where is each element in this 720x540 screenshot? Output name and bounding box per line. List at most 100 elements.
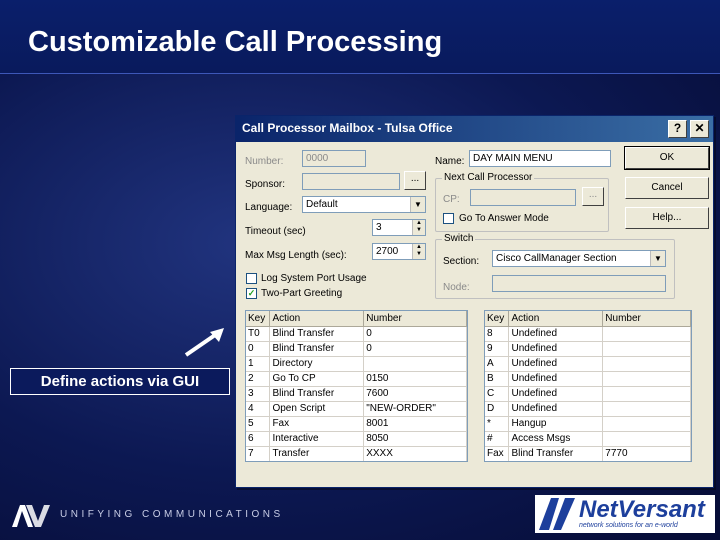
key-cell[interactable]: 3 (246, 386, 271, 402)
table-row[interactable]: 4 Open Script "NEW-ORDER" (246, 401, 467, 417)
number-cell[interactable]: 7770 (602, 446, 691, 461)
action-cell[interactable]: Blind Transfer (508, 446, 604, 461)
key-cell[interactable]: 7 (246, 446, 271, 461)
number-cell[interactable] (602, 386, 691, 402)
right-key-table[interactable]: Key Action Number 8 Undefined 9 Undefined A U… (484, 310, 692, 462)
action-cell[interactable]: Go To CP (269, 371, 365, 387)
col-key[interactable]: Key (246, 311, 271, 327)
action-cell[interactable]: Transfer (269, 446, 365, 461)
key-cell[interactable]: T0 (246, 326, 271, 342)
table-row[interactable]: T0 Blind Transfer 0 (246, 326, 467, 342)
action-cell[interactable]: Hangup (508, 416, 604, 432)
key-cell[interactable]: B (485, 371, 510, 387)
table-row[interactable]: B Undefined (485, 371, 691, 387)
number-cell[interactable] (602, 371, 691, 387)
key-cell[interactable]: A (485, 356, 510, 372)
number-cell[interactable]: 0150 (363, 371, 467, 387)
action-cell[interactable]: Open Script (269, 401, 365, 417)
spinner-arrows-icon[interactable]: ▲ ▼ (412, 220, 425, 235)
table-row[interactable]: 2 Go To CP 0150 (246, 371, 467, 387)
ok-button[interactable]: OK (624, 146, 710, 170)
chevron-down-icon[interactable]: ▼ (650, 251, 665, 266)
max-msg-spinner[interactable]: 2700 ▲ ▼ (372, 243, 426, 260)
number-cell[interactable]: 8050 (363, 431, 467, 447)
table-row[interactable]: 5 Fax 8001 (246, 416, 467, 432)
section-select[interactable]: Cisco CallManager Section ▼ (492, 250, 666, 267)
language-select[interactable]: Default ▼ (302, 196, 426, 213)
table-row[interactable]: A Undefined (485, 356, 691, 372)
node-field[interactable] (492, 275, 666, 292)
action-cell[interactable]: Undefined (508, 356, 604, 372)
table-row[interactable]: C Undefined (485, 386, 691, 402)
key-cell[interactable]: 0 (246, 341, 271, 357)
number-cell[interactable]: XXXX (363, 446, 467, 461)
action-cell[interactable]: Undefined (508, 401, 604, 417)
action-cell[interactable]: Fax (269, 416, 365, 432)
sponsor-field[interactable] (302, 173, 400, 190)
key-cell[interactable]: 4 (246, 401, 271, 417)
col-action[interactable]: Action (269, 311, 365, 327)
cancel-button[interactable]: Cancel (625, 177, 709, 199)
col-key[interactable]: Key (485, 311, 510, 327)
cp-field[interactable] (470, 189, 576, 206)
key-cell[interactable]: Fax (485, 446, 510, 461)
action-cell[interactable]: Undefined (508, 341, 604, 357)
number-cell[interactable] (602, 356, 691, 372)
log-port-usage-checkbox[interactable] (246, 273, 257, 284)
number-cell[interactable] (602, 416, 691, 432)
spinner-arrows-icon[interactable]: ▲ ▼ (412, 244, 425, 259)
key-cell[interactable]: 2 (246, 371, 271, 387)
number-cell[interactable]: 7600 (363, 386, 467, 402)
answer-mode-checkbox[interactable] (443, 213, 454, 224)
titlebar-close-button[interactable]: ✕ (690, 120, 709, 138)
key-cell[interactable]: * (485, 416, 510, 432)
number-cell[interactable]: 0 (363, 326, 467, 342)
cp-browse-button[interactable]: ... (582, 187, 604, 206)
number-cell[interactable] (363, 356, 467, 372)
action-cell[interactable]: Undefined (508, 371, 604, 387)
table-row[interactable]: 9 Undefined (485, 341, 691, 357)
table-row[interactable]: 8 Undefined (485, 326, 691, 342)
left-key-table[interactable]: Key Action Number T0 Blind Transfer 0 0 Blin… (245, 310, 468, 462)
col-number[interactable]: Number (602, 311, 691, 327)
col-action[interactable]: Action (508, 311, 604, 327)
number-cell[interactable]: 8001 (363, 416, 467, 432)
key-cell[interactable]: C (485, 386, 510, 402)
action-cell[interactable]: Blind Transfer (269, 386, 365, 402)
number-cell[interactable] (602, 431, 691, 447)
action-cell[interactable]: Undefined (508, 386, 604, 402)
number-field[interactable]: 0000 (302, 150, 366, 167)
key-cell[interactable]: 9 (485, 341, 510, 357)
table-row[interactable]: 6 Interactive 8050 (246, 431, 467, 447)
number-cell[interactable] (602, 401, 691, 417)
action-cell[interactable]: Directory (269, 356, 365, 372)
table-row[interactable]: # Access Msgs (485, 431, 691, 447)
key-cell[interactable]: 5 (246, 416, 271, 432)
two-part-greeting-checkbox[interactable]: ✓ (246, 288, 257, 299)
table-row[interactable]: 1 Directory (246, 356, 467, 372)
key-cell[interactable]: 6 (246, 431, 271, 447)
action-cell[interactable]: Interactive (269, 431, 365, 447)
chevron-down-icon[interactable]: ▼ (410, 197, 425, 212)
action-cell[interactable]: Blind Transfer (269, 326, 365, 342)
number-cell[interactable]: 0 (363, 341, 467, 357)
col-number[interactable]: Number (363, 311, 467, 327)
sponsor-browse-button[interactable]: ... (404, 171, 426, 190)
table-row[interactable]: Fax Blind Transfer 7770 (485, 446, 691, 461)
action-cell[interactable]: Undefined (508, 326, 604, 342)
action-cell[interactable]: Access Msgs (508, 431, 604, 447)
number-cell[interactable] (602, 341, 691, 357)
timeout-spinner[interactable]: 3 ▲ ▼ (372, 219, 426, 236)
help-button[interactable]: Help... (625, 207, 709, 229)
name-field[interactable]: DAY MAIN MENU (469, 150, 611, 167)
key-cell[interactable]: 1 (246, 356, 271, 372)
number-cell[interactable] (602, 326, 691, 342)
number-cell[interactable]: "NEW-ORDER" (363, 401, 467, 417)
key-cell[interactable]: D (485, 401, 510, 417)
table-row[interactable]: 3 Blind Transfer 7600 (246, 386, 467, 402)
table-row[interactable]: D Undefined (485, 401, 691, 417)
table-row[interactable]: 0 Blind Transfer 0 (246, 341, 467, 357)
titlebar-help-button[interactable]: ? (668, 120, 687, 138)
key-cell[interactable]: # (485, 431, 510, 447)
table-row[interactable]: 7 Transfer XXXX (246, 446, 467, 461)
